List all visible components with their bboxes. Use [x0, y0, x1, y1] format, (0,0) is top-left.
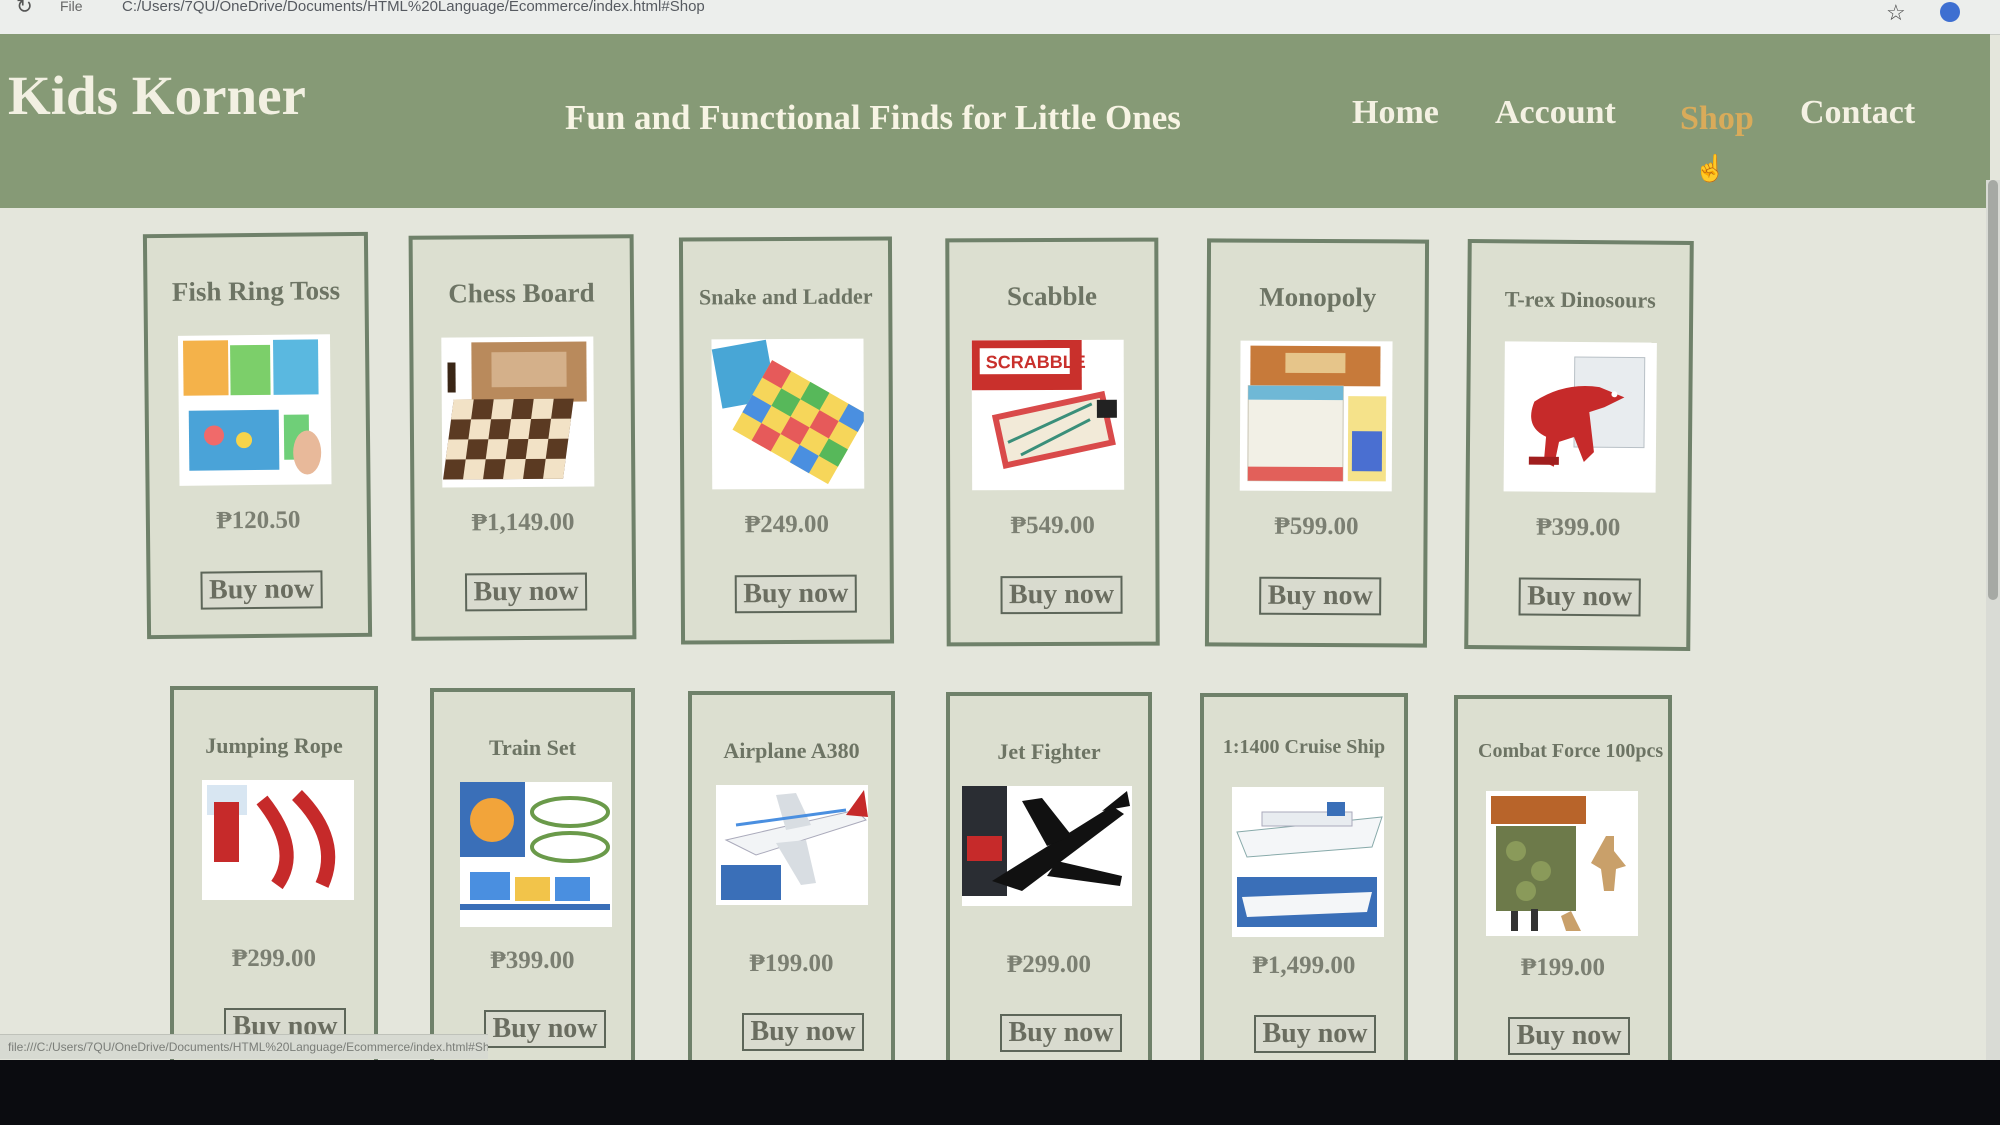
product-image[interactable] — [202, 780, 354, 900]
file-info-label[interactable]: File — [60, 0, 83, 14]
fish-ring-toss-image — [183, 339, 322, 475]
product-price: ₱120.50 — [216, 506, 301, 535]
buy-now-button[interactable]: Buy now — [484, 1010, 606, 1048]
product-name: 1:1400 Cruise Ship — [1222, 736, 1386, 758]
product-price: ₱199.00 — [749, 950, 834, 977]
product-card: Combat Force 100pcs ₱199.00 Buy now — [1454, 695, 1672, 1060]
scrabble-image: SCRABBLE — [971, 339, 1117, 469]
nav-home[interactable]: Home — [1352, 94, 1439, 132]
product-image[interactable] — [177, 334, 332, 486]
product-card: 1:1400 Cruise Ship ₱1,499.00 Buy now — [1200, 693, 1408, 1060]
product-card: Jet Fighter ₱299.00 Buy now — [946, 692, 1152, 1060]
nav-account[interactable]: Account — [1495, 94, 1616, 132]
product-name: Snake and Ladder — [698, 283, 873, 310]
product-image[interactable] — [962, 786, 1132, 906]
reload-icon[interactable]: ↻ — [16, 0, 33, 19]
product-name: Chess Board — [448, 277, 595, 309]
product-image[interactable] — [441, 336, 595, 488]
buy-now-button[interactable]: Buy now — [1518, 577, 1641, 617]
product-price: ₱549.00 — [1010, 511, 1095, 540]
product-name: Jet Fighter — [997, 739, 1101, 764]
product-price: ₱299.00 — [231, 945, 317, 972]
product-card: Fish Ring Toss ₱120.50 Buy now — [142, 231, 373, 640]
product-price: ₱249.00 — [744, 510, 830, 539]
product-name: Jumping Rope — [205, 733, 343, 758]
scrollbar-thumb[interactable] — [1988, 180, 1998, 600]
product-image[interactable] — [460, 782, 612, 927]
airplane-image — [721, 790, 868, 900]
status-bar-url: file:///C:/Users/7QU/OneDrive/Documents/… — [0, 1034, 488, 1059]
site-tagline: Fun and Functional Finds for Little Ones — [565, 98, 1181, 137]
product-price: ₱299.00 — [1006, 951, 1092, 978]
product-card: Train Set ₱399.00 Buy now — [430, 688, 635, 1060]
page-scrollbar[interactable] — [1986, 180, 2000, 1060]
train-set-image — [460, 782, 610, 910]
nav-shop[interactable]: Shop — [1680, 100, 1754, 138]
product-image[interactable]: SCRABBLE — [971, 339, 1125, 491]
buy-now-button[interactable]: Buy now — [1259, 576, 1382, 616]
product-image[interactable] — [1503, 341, 1657, 493]
buy-now-button[interactable]: Buy now — [1254, 1015, 1376, 1053]
buy-now-button[interactable]: Buy now — [464, 572, 588, 612]
product-card: Chess Board ₱1,149.00 Buy now — [408, 234, 637, 641]
product-image[interactable] — [1232, 787, 1384, 937]
product-card: Jumping Rope ₱299.00 Buy now — [170, 686, 378, 1060]
product-card: Snake and Ladder ₱249.00 Buy now — [678, 236, 895, 645]
monopoly-image — [1247, 345, 1387, 482]
buy-now-button[interactable]: Buy now — [1000, 1014, 1122, 1052]
product-name: Train Set — [489, 735, 576, 760]
snake-and-ladder-image — [711, 339, 865, 485]
buy-now-button[interactable]: Buy now — [742, 1013, 864, 1051]
product-price: ₱199.00 — [1520, 954, 1606, 981]
profile-avatar[interactable] — [1940, 2, 1960, 22]
nav-contact[interactable]: Contact — [1800, 94, 1915, 132]
svg-text:SCRABBLE: SCRABBLE — [986, 352, 1086, 372]
address-bar[interactable]: ↻ File C:/Users/7QU/OneDrive/Documents/H… — [0, 0, 2000, 35]
product-name: Scabble — [1006, 280, 1098, 312]
product-card: Monopoly ₱599.00 Buy now — [1204, 238, 1430, 648]
product-image[interactable] — [1486, 791, 1638, 936]
product-card: T-rex Dinosours ₱399.00 Buy now — [1464, 239, 1694, 651]
product-name: Combat Force 100pcs — [1478, 740, 1664, 762]
url-text[interactable]: C:/Users/7QU/OneDrive/Documents/HTML%20L… — [122, 0, 705, 15]
product-name: T-rex Dinosours — [1504, 286, 1656, 313]
product-grid: Fish Ring Toss ₱120.50 Buy now Chess Boa… — [0, 208, 1980, 1060]
site-logo-text[interactable]: Kids Korner — [8, 64, 306, 127]
cruise-ship-image — [1236, 802, 1383, 927]
toy-soldiers-image — [1491, 796, 1626, 931]
product-price: ₱399.00 — [490, 947, 575, 974]
product-card: Scabble SCRABBLE ₱549.00 Buy now — [945, 237, 1160, 647]
product-price: ₱1,149.00 — [471, 508, 575, 537]
jumping-rope-image — [207, 785, 336, 890]
product-image[interactable] — [711, 338, 865, 490]
chess-board-image — [443, 341, 587, 480]
browser-viewport: ↻ File C:/Users/7QU/OneDrive/Documents/H… — [0, 0, 2000, 1060]
product-name: Fish Ring Toss — [171, 275, 341, 307]
buy-now-button[interactable]: Buy now — [734, 574, 857, 614]
t-rex-dinosaur-image — [1528, 356, 1646, 467]
buy-now-button[interactable]: Buy now — [1508, 1017, 1630, 1055]
product-image[interactable] — [716, 785, 868, 905]
product-image[interactable] — [1239, 340, 1393, 492]
buy-now-button[interactable]: Buy now — [1000, 575, 1123, 615]
product-price: ₱399.00 — [1536, 513, 1621, 542]
bookmark-star-icon[interactable]: ☆ — [1886, 0, 1906, 26]
product-name: Monopoly — [1259, 281, 1377, 313]
site-header: Kids Korner Fun and Functional Finds for… — [0, 34, 1990, 208]
product-price: ₱599.00 — [1274, 512, 1359, 541]
product-price: ₱1,499.00 — [1252, 952, 1356, 979]
jet-fighter-image — [962, 786, 1130, 896]
product-name: Airplane A380 — [723, 738, 860, 763]
buy-now-button[interactable]: Buy now — [200, 570, 323, 610]
product-card: Airplane A380 ₱199.00 Buy now — [688, 691, 895, 1060]
mouse-pointer-icon: ☝ — [1694, 154, 1727, 183]
